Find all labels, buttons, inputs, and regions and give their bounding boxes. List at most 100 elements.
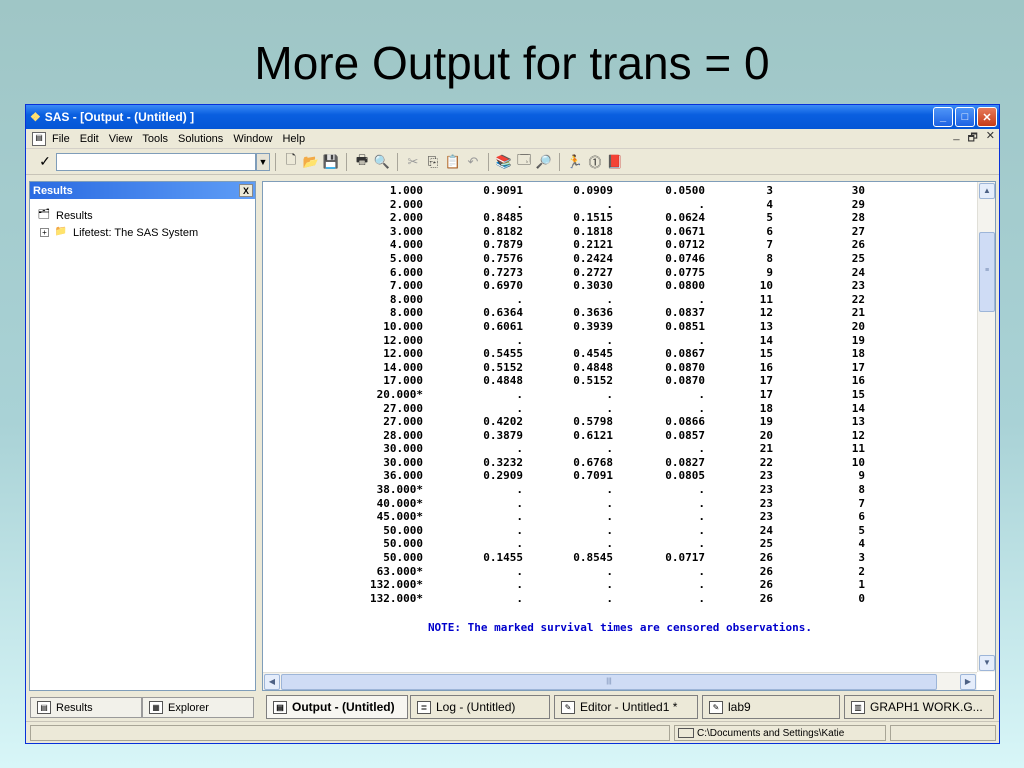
paste-icon[interactable]: 📋 bbox=[443, 152, 463, 172]
close-button[interactable]: ✕ bbox=[977, 107, 997, 127]
output-cell: 26 bbox=[759, 551, 773, 565]
output-row: 3.000 0.8182 0.1818 0.0671 6 27 bbox=[263, 225, 977, 239]
output-row: 27.000... 18 14 bbox=[263, 402, 977, 416]
output-cell: 0.0867 bbox=[665, 347, 705, 361]
print-icon[interactable]: 🖶 bbox=[352, 152, 372, 172]
tab-lab9[interactable]: ✎ lab9 bbox=[702, 695, 840, 719]
child-close-button[interactable]: ✕ bbox=[986, 129, 995, 148]
output-cell: . bbox=[606, 401, 613, 415]
window-title: SAS - [Output - (Untitled) ] bbox=[44, 110, 195, 124]
tree-item-results[interactable]: 🗂 Results bbox=[36, 207, 249, 224]
scroll-up-icon[interactable]: ▲ bbox=[979, 183, 995, 199]
results-close-button[interactable]: X bbox=[239, 184, 253, 197]
output-cell: 20.000* bbox=[376, 387, 423, 401]
tab-explorer[interactable]: ▦ Explorer bbox=[142, 697, 254, 718]
output-row: 8.000 0.6364 0.3636 0.0837 12 21 bbox=[263, 306, 977, 320]
status-bar: C:\Documents and Settings\Katie bbox=[26, 721, 999, 743]
output-cell: 21 bbox=[759, 442, 773, 456]
menu-window[interactable]: Window bbox=[233, 133, 272, 145]
print-preview-icon[interactable]: 🔍 bbox=[372, 152, 392, 172]
tab-label: lab9 bbox=[728, 700, 751, 714]
explorer-window-icon[interactable]: 🗔 bbox=[514, 152, 534, 172]
open-folder-icon[interactable]: 📂 bbox=[301, 152, 321, 172]
menu-view[interactable]: View bbox=[109, 133, 133, 145]
output-cell: 0.8182 bbox=[483, 224, 523, 238]
maximize-button[interactable]: □ bbox=[955, 107, 975, 127]
minimize-button[interactable]: _ bbox=[933, 107, 953, 127]
output-cell: . bbox=[698, 510, 705, 524]
output-cell: 0.0837 bbox=[665, 306, 705, 320]
tree-item-label: Lifetest: The SAS System bbox=[73, 226, 199, 239]
output-cell: 0.0870 bbox=[665, 374, 705, 388]
output-row: 30.000 0.3232 0.6768 0.0827 22 10 bbox=[263, 456, 977, 470]
check-icon[interactable]: ✓ bbox=[34, 153, 56, 170]
vertical-scroll-thumb[interactable]: ≡ bbox=[979, 232, 995, 312]
scroll-right-icon[interactable]: ▶ bbox=[960, 674, 976, 690]
output-cell: 0.4848 bbox=[573, 360, 613, 374]
undo-icon[interactable]: ↶ bbox=[463, 152, 483, 172]
output-cell: 27.000 bbox=[383, 415, 423, 429]
output-cell: 132.000* bbox=[370, 578, 423, 592]
menu-file[interactable]: File bbox=[52, 133, 70, 145]
output-cell: 22 bbox=[759, 455, 773, 469]
status-path-panel[interactable]: C:\Documents and Settings\Katie bbox=[674, 725, 886, 741]
copy-icon[interactable]: ⎘ bbox=[423, 152, 443, 172]
child-minimize-button[interactable]: _ bbox=[953, 129, 959, 148]
run-icon[interactable]: 🏃 bbox=[565, 152, 585, 172]
output-row: 7.000 0.6970 0.3030 0.0800 10 23 bbox=[263, 279, 977, 293]
scroll-down-icon[interactable]: ▼ bbox=[979, 655, 995, 671]
folder-icon: 📁 bbox=[54, 226, 68, 237]
output-cell: 50.000 bbox=[383, 537, 423, 551]
libraries-icon[interactable]: 📚 bbox=[494, 152, 514, 172]
menu-help[interactable]: Help bbox=[282, 133, 305, 145]
output-row: 12.000 0.5455 0.4545 0.0867 15 18 bbox=[263, 347, 977, 361]
tree-item-lifetest[interactable]: + 📁 Lifetest: The SAS System bbox=[36, 224, 249, 241]
output-cell: 0.0866 bbox=[665, 415, 705, 429]
results-panel-header: Results X bbox=[30, 182, 255, 199]
tab-editor[interactable]: ✎ Editor - Untitled1 * bbox=[554, 695, 698, 719]
find-icon[interactable]: 🔎 bbox=[534, 152, 554, 172]
output-cell: . bbox=[516, 442, 523, 456]
output-cell: 20 bbox=[759, 428, 773, 442]
horizontal-scrollbar[interactable]: ◀ ||| ▶ bbox=[263, 672, 977, 690]
output-cell: 10.000 bbox=[383, 319, 423, 333]
output-row: 63.000*... 26 2 bbox=[263, 565, 977, 579]
menu-tools[interactable]: Tools bbox=[142, 133, 168, 145]
output-row: 50.000... 25 4 bbox=[263, 537, 977, 551]
output-cell: 17 bbox=[759, 374, 773, 388]
tab-results[interactable]: ▤ Results bbox=[30, 697, 142, 718]
help-book-icon[interactable]: 📕 bbox=[605, 152, 625, 172]
output-cell: 0.5152 bbox=[483, 360, 523, 374]
new-file-icon[interactable]: 🗋 bbox=[281, 152, 301, 172]
output-cell: 8.000 bbox=[389, 306, 423, 320]
output-cell: 23 bbox=[759, 510, 773, 524]
cut-icon[interactable]: ✂ bbox=[403, 152, 423, 172]
command-dropdown-button[interactable]: ▼ bbox=[256, 152, 270, 171]
menu-solutions[interactable]: Solutions bbox=[178, 133, 223, 145]
command-input[interactable] bbox=[56, 152, 256, 171]
scroll-left-icon[interactable]: ◀ bbox=[264, 674, 280, 690]
vertical-scrollbar[interactable]: ▲ ≡ ▼ bbox=[977, 182, 995, 672]
title-bar[interactable]: ❖ SAS - [Output - (Untitled) ] _ □ ✕ bbox=[26, 105, 999, 129]
tab-output[interactable]: ▤ Output - (Untitled) bbox=[266, 695, 408, 719]
editor-tab-icon: ✎ bbox=[561, 700, 575, 714]
output-cell: 45.000* bbox=[376, 510, 423, 524]
output-cell: 14 bbox=[851, 401, 865, 415]
output-cell: 8 bbox=[858, 483, 865, 497]
output-cell: . bbox=[516, 292, 523, 306]
toolbar-separator bbox=[488, 152, 489, 171]
tab-graph1[interactable]: ▥ GRAPH1 WORK.G... bbox=[844, 695, 994, 719]
output-cell: 19 bbox=[759, 415, 773, 429]
tab-log[interactable]: ≣ Log - (Untitled) bbox=[410, 695, 550, 719]
save-icon[interactable]: 💾 bbox=[321, 152, 341, 172]
output-row: 50.000... 24 5 bbox=[263, 524, 977, 538]
break-icon[interactable]: ⓵ bbox=[585, 152, 605, 172]
child-restore-button[interactable]: 🗗 bbox=[967, 129, 977, 148]
menu-edit[interactable]: Edit bbox=[80, 133, 99, 145]
output-cell: 7 bbox=[858, 496, 865, 510]
expand-icon[interactable]: + bbox=[40, 228, 49, 237]
horizontal-scroll-thumb[interactable]: ||| bbox=[281, 674, 937, 690]
document-icon[interactable]: ▤ bbox=[32, 131, 46, 146]
output-cell: . bbox=[606, 496, 613, 510]
output-cell: 26 bbox=[759, 578, 773, 592]
